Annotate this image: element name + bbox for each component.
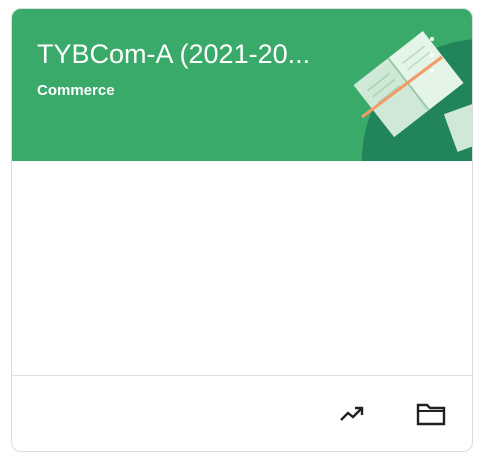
class-card[interactable]: TYBCom-A (2021-20... Commerce bbox=[11, 8, 473, 452]
class-section-label: Commerce bbox=[37, 82, 115, 99]
class-card-header[interactable]: TYBCom-A (2021-20... Commerce bbox=[12, 9, 472, 161]
more-vert-icon bbox=[430, 37, 434, 41]
more-vert-icon-dot bbox=[430, 69, 434, 73]
trending-up-icon bbox=[340, 406, 364, 421]
folder-icon bbox=[416, 403, 446, 426]
more-vert-icon-dot bbox=[430, 53, 434, 57]
book-illustration-icon bbox=[353, 30, 472, 161]
more-options-button[interactable] bbox=[422, 37, 442, 73]
class-card-body bbox=[12, 161, 472, 376]
class-card-footer bbox=[12, 376, 472, 451]
open-gradebook-button[interactable] bbox=[334, 398, 370, 430]
class-title-link[interactable]: TYBCom-A (2021-20... bbox=[37, 39, 377, 70]
open-folder-button[interactable] bbox=[413, 398, 449, 430]
